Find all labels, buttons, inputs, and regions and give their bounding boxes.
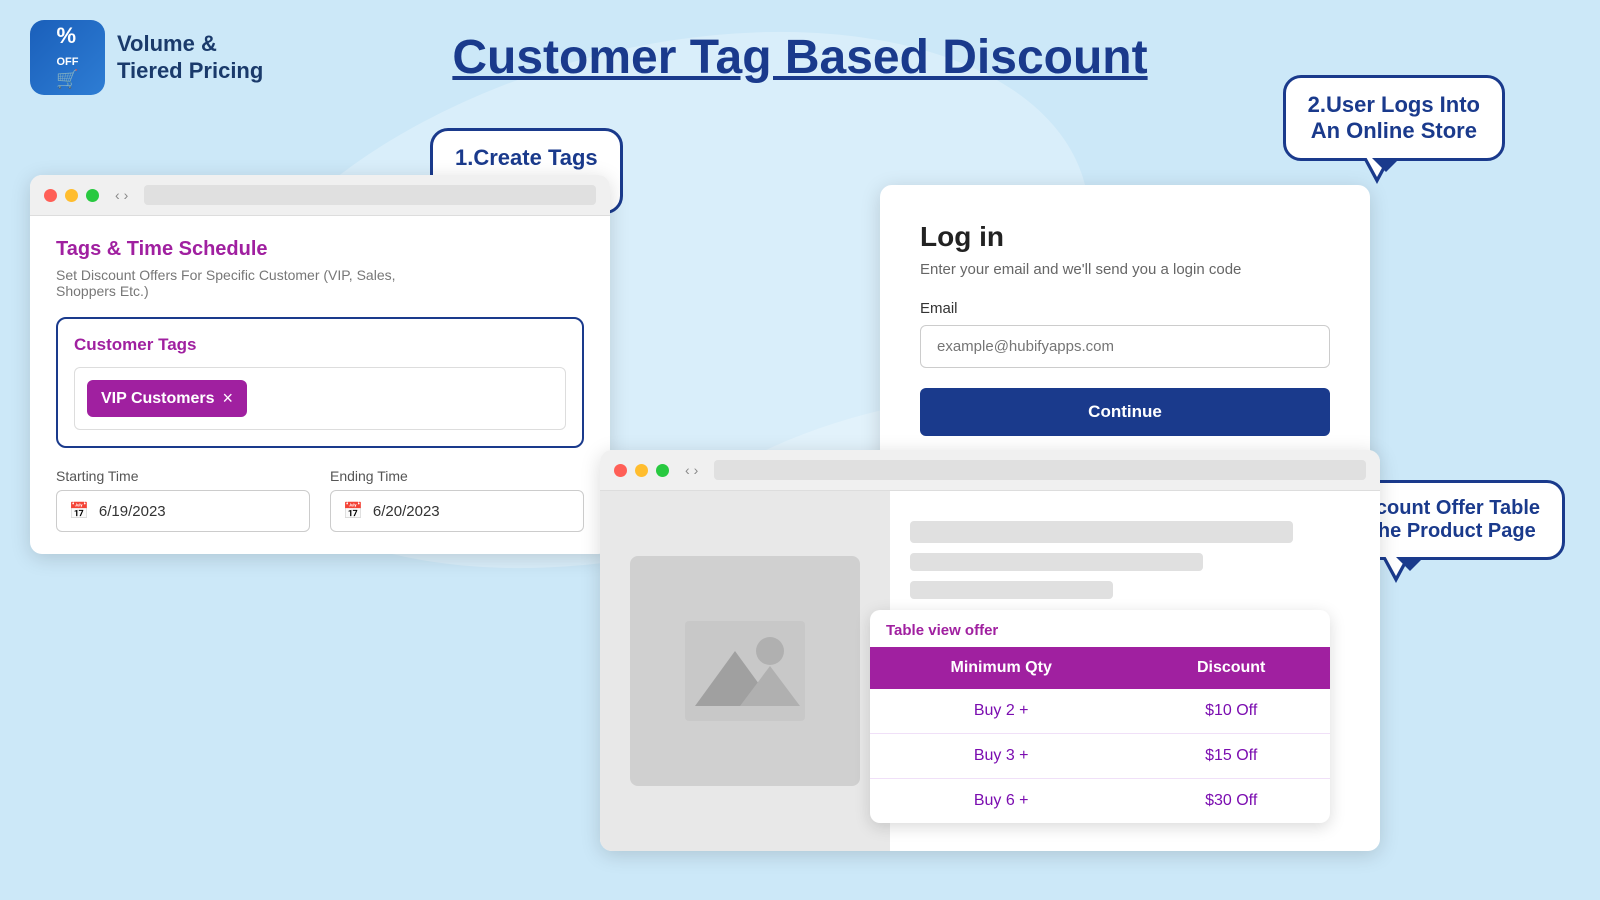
product-line-1	[910, 521, 1293, 543]
product-line-3	[910, 581, 1113, 599]
tag-chip-remove[interactable]: ×	[223, 388, 234, 409]
offer-table: Minimum Qty Discount Buy 2 + $10 Off Buy…	[870, 647, 1330, 823]
customer-tags-title: Customer Tags	[74, 335, 566, 355]
ending-time-value: 6/20/2023	[373, 503, 440, 520]
titlebar-arrows[interactable]: ‹›	[115, 187, 128, 203]
login-panel: Log in Enter your email and we'll send y…	[880, 185, 1370, 472]
traffic-dot-yellow-2[interactable]	[635, 464, 648, 477]
ending-time-field: Ending Time 📅 6/20/2023	[330, 468, 584, 532]
traffic-dot-green-2[interactable]	[656, 464, 669, 477]
table-cell-discount: $15 Off	[1132, 734, 1330, 779]
product-image-svg	[685, 621, 805, 721]
table-row: Buy 3 + $15 Off	[870, 734, 1330, 779]
table-cell-discount: $10 Off	[1132, 689, 1330, 734]
calendar-icon-start: 📅	[69, 501, 89, 521]
logo-icon-percent: %OFF	[57, 25, 79, 69]
table-cell-qty: Buy 2 +	[870, 689, 1132, 734]
titlebar-arrows-2[interactable]: ‹›	[685, 462, 698, 478]
logo-icon-cart: 🛒	[56, 69, 78, 90]
table-offer-title: Table view offer	[870, 610, 1330, 647]
continue-button[interactable]: Continue	[920, 388, 1330, 436]
main-title: Customer Tag Based Discount	[452, 30, 1147, 85]
col-header-discount: Discount	[1132, 647, 1330, 689]
titlebar-2: ‹›	[600, 450, 1380, 491]
email-label: Email	[920, 300, 1330, 317]
calendar-icon-end: 📅	[343, 501, 363, 521]
logo-text-line1: Volume &	[117, 31, 263, 57]
starting-time-label: Starting Time	[56, 468, 310, 484]
logo-icon: %OFF 🛒	[30, 20, 105, 95]
traffic-dot-green[interactable]	[86, 189, 99, 202]
starting-time-field: Starting Time 📅 6/19/2023	[56, 468, 310, 532]
traffic-dot-red-2[interactable]	[614, 464, 627, 477]
customer-tags-box: Customer Tags VIP Customers ×	[56, 317, 584, 448]
col-header-qty: Minimum Qty	[870, 647, 1132, 689]
email-input[interactable]	[920, 325, 1330, 368]
table-cell-qty: Buy 6 +	[870, 779, 1132, 824]
starting-time-input[interactable]: 📅 6/19/2023	[56, 490, 310, 532]
traffic-dot-yellow[interactable]	[65, 189, 78, 202]
table-row: Buy 2 + $10 Off	[870, 689, 1330, 734]
table-cell-qty: Buy 3 +	[870, 734, 1132, 779]
table-cell-discount: $30 Off	[1132, 779, 1330, 824]
vip-tag-chip[interactable]: VIP Customers ×	[87, 380, 247, 417]
starting-time-value: 6/19/2023	[99, 503, 166, 520]
ending-time-label: Ending Time	[330, 468, 584, 484]
ending-time-input[interactable]: 📅 6/20/2023	[330, 490, 584, 532]
titlebar-1: ‹›	[30, 175, 610, 216]
table-header-row: Minimum Qty Discount	[870, 647, 1330, 689]
logo-text: Volume & Tiered Pricing	[117, 31, 263, 84]
speech-bubble-2: 2.User Logs Into An Online Store	[1283, 75, 1505, 161]
window-tags: ‹› Tags & Time Schedule Set Discount Off…	[30, 175, 610, 554]
section-title: Tags & Time Schedule	[56, 238, 584, 261]
section-desc: Set Discount Offers For Specific Custome…	[56, 267, 584, 299]
time-row: Starting Time 📅 6/19/2023 Ending Time 📅 …	[56, 468, 584, 532]
product-line-2	[910, 553, 1203, 571]
titlebar-address-bar	[144, 185, 596, 205]
discount-table-container: Table view offer Minimum Qty Discount Bu…	[870, 610, 1330, 823]
table-row: Buy 6 + $30 Off	[870, 779, 1330, 824]
tag-area[interactable]: VIP Customers ×	[74, 367, 566, 430]
login-subtitle: Enter your email and we'll send you a lo…	[920, 261, 1330, 278]
product-image-area	[600, 491, 890, 851]
bubble-2-text: 2.User Logs Into An Online Store	[1308, 92, 1480, 143]
window-1-content: Tags & Time Schedule Set Discount Offers…	[30, 216, 610, 554]
login-title: Log in	[920, 221, 1330, 253]
product-image	[630, 556, 860, 786]
traffic-dot-red[interactable]	[44, 189, 57, 202]
logo-area: %OFF 🛒 Volume & Tiered Pricing	[30, 20, 263, 95]
titlebar-address-bar-2	[714, 460, 1366, 480]
logo-text-line2: Tiered Pricing	[117, 58, 263, 84]
discount-table-body: Buy 2 + $10 Off Buy 3 + $15 Off Buy 6 + …	[870, 689, 1330, 823]
tag-chip-label: VIP Customers	[101, 390, 215, 408]
